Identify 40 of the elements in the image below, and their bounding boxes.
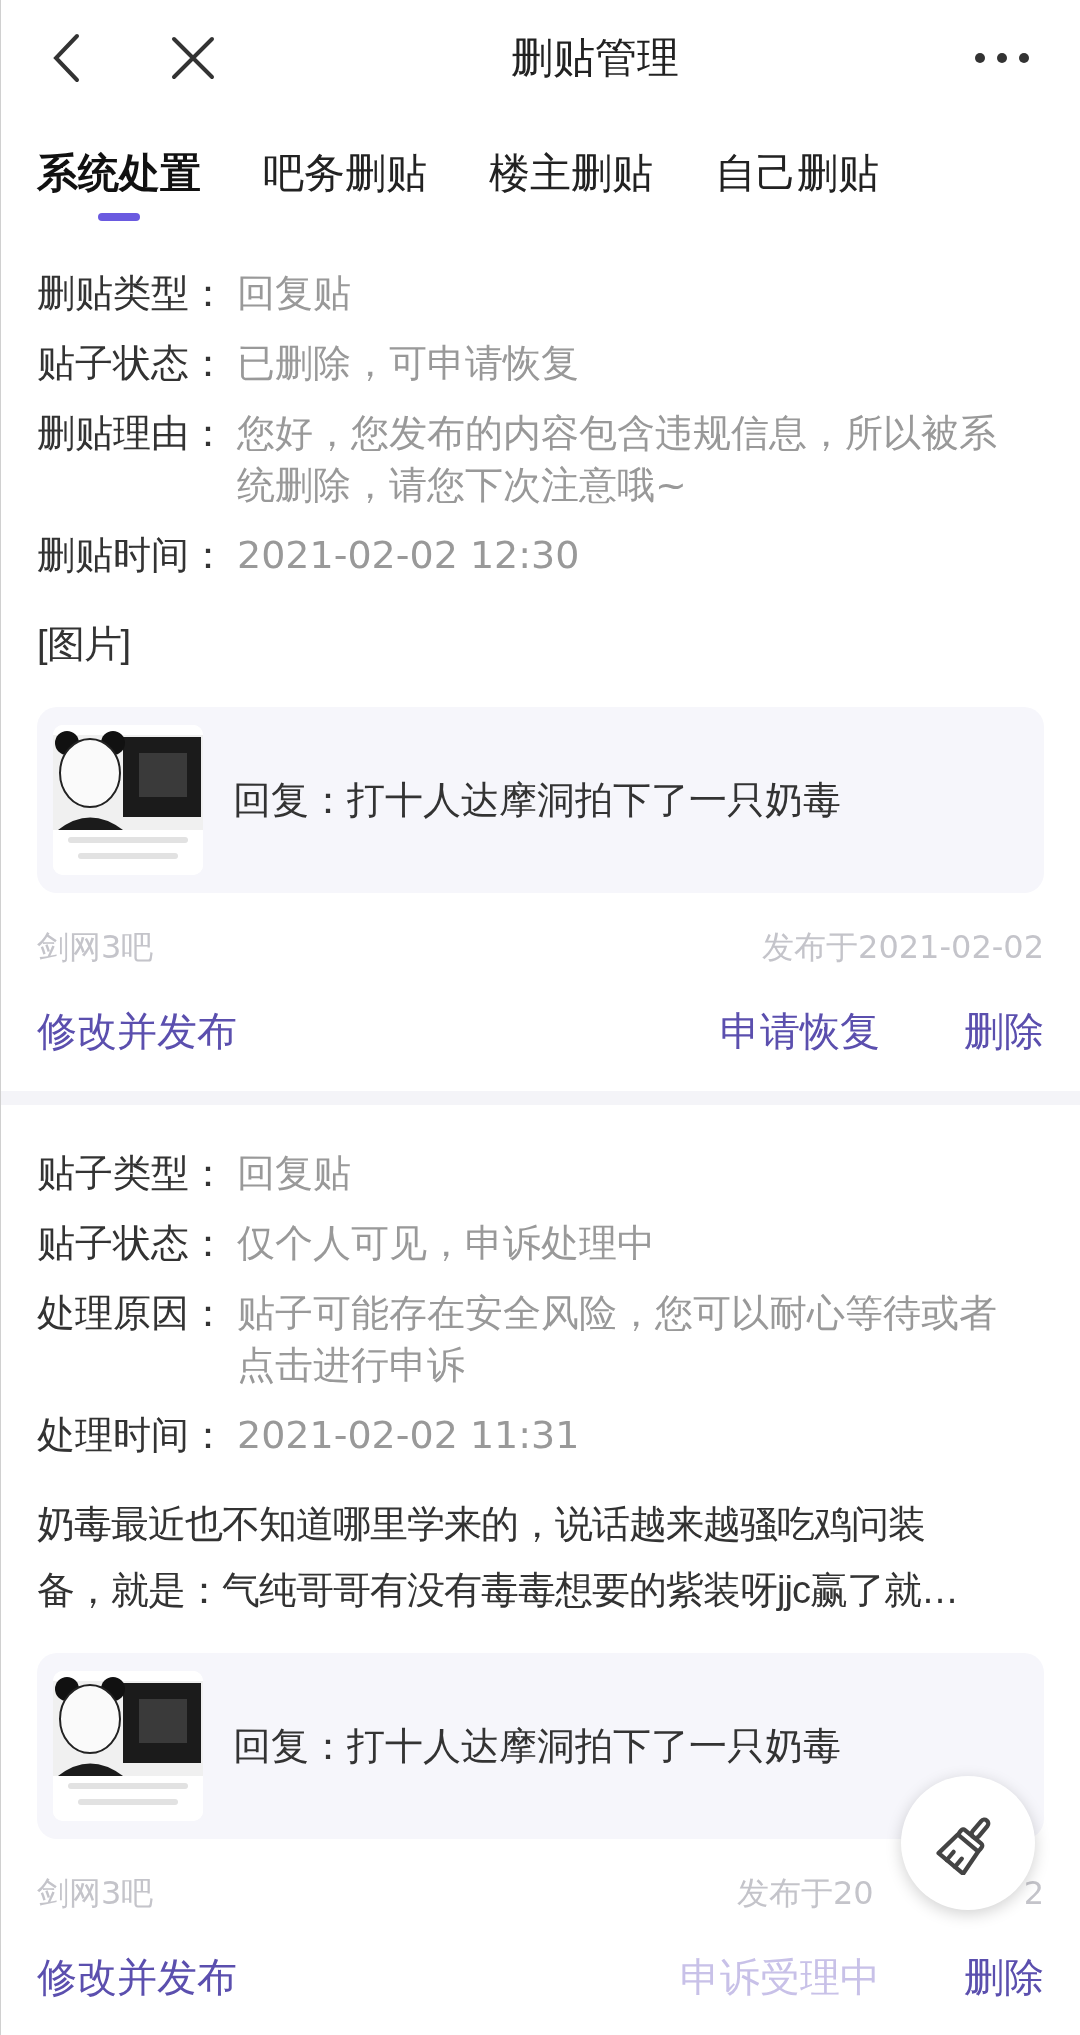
- publish-date: 发布于2021-02-02: [762, 927, 1044, 968]
- tab[interactable]: 系统处置: [37, 143, 201, 221]
- field-label: 贴子状态：: [37, 1220, 228, 1267]
- forum-name: 剑网3吧: [37, 1873, 154, 1914]
- action-link[interactable]: 删除: [964, 1001, 1044, 1061]
- close-icon[interactable]: [171, 35, 215, 80]
- quote-text: 回复：打十人达摩洞拍下了一只奶毒: [233, 776, 841, 824]
- action-link[interactable]: 修改并发布: [37, 1001, 237, 1061]
- tab[interactable]: 自己删贴: [715, 143, 879, 221]
- field-value: 2021-02-02 12:30: [237, 532, 581, 579]
- field-value: 仅个人可见，申诉处理中: [237, 1220, 656, 1267]
- field-value: 已删除，可申请恢复: [237, 340, 580, 387]
- action-link[interactable]: 删除: [964, 1947, 1044, 2007]
- field-label: 处理时间：: [37, 1412, 228, 1459]
- field-label: 删贴类型：: [37, 270, 228, 317]
- field-value: 回复贴: [237, 270, 352, 317]
- field-value: 回复贴: [237, 1150, 352, 1197]
- field-value: 贴子可能存在安全风险，您可以耐心等待或者点击进行申诉: [237, 1290, 998, 1389]
- tab[interactable]: 吧务删贴: [263, 143, 427, 221]
- forum-name: 剑网3吧: [37, 927, 154, 968]
- tab[interactable]: 楼主删贴: [489, 143, 653, 221]
- publish-date: 2: [1023, 1873, 1044, 1914]
- post-content: [图片]: [37, 622, 132, 667]
- quote-card[interactable]: 回复：打十人达摩洞拍下了一只奶毒: [37, 707, 1044, 893]
- field-label: 删贴时间：: [37, 532, 228, 579]
- field-value: 您好，您发布的内容包含违规信息，所以被系统删除，请您下次注意哦~: [237, 410, 998, 509]
- more-icon[interactable]: [974, 51, 1030, 64]
- field-label: 处理原因：: [37, 1290, 228, 1337]
- post-content: 奶毒最近也不知道哪里学来的，说话越来越骚吃鸡问装备，就是：气纯哥哥有没有毒毒想要的紫装呀jjc赢了就…: [37, 1502, 959, 1613]
- quote-text: 回复：打十人达摩洞拍下了一只奶毒: [233, 1722, 841, 1770]
- quote-card[interactable]: 回复：打十人达摩洞拍下了一只奶毒: [37, 1653, 1044, 1839]
- field-label: 贴子类型：: [37, 1150, 228, 1197]
- action-link[interactable]: 申请恢复: [720, 1001, 880, 1061]
- field-value: 2021-02-02 11:31: [237, 1412, 581, 1459]
- field-label: 贴子状态：: [37, 340, 228, 387]
- page-title: 删贴管理: [510, 32, 679, 84]
- publish-date: 发布于20: [736, 1873, 874, 1914]
- back-icon[interactable]: [51, 32, 81, 83]
- field-label: 删贴理由：: [37, 410, 228, 457]
- action-link[interactable]: 修改并发布: [37, 1947, 237, 2007]
